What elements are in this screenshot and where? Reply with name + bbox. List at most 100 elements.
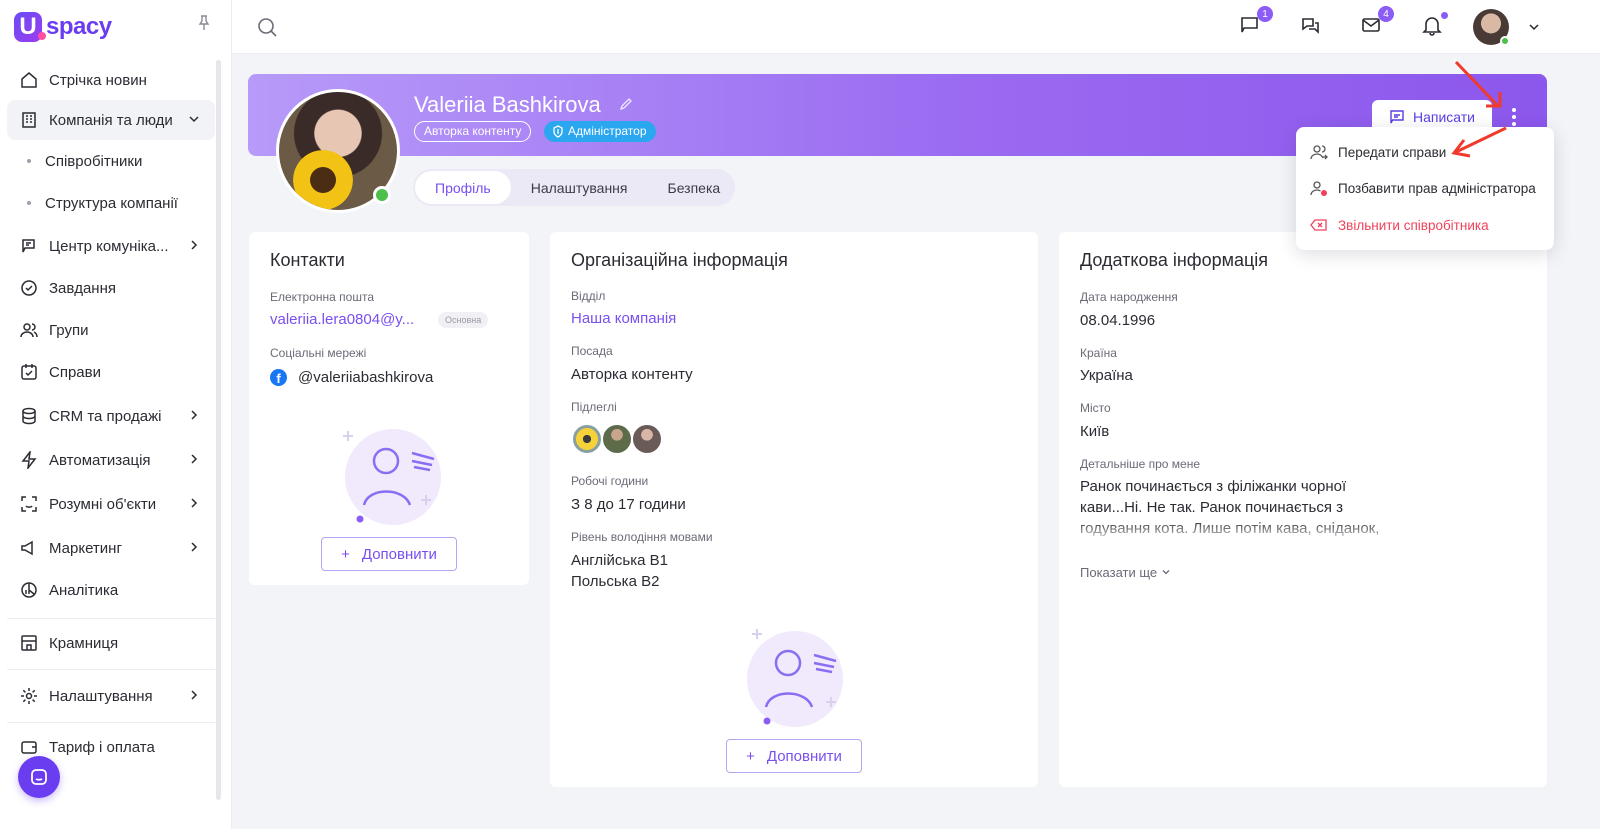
- topbar: 1 4: [232, 0, 1600, 54]
- sidebar-item-label: Завдання: [49, 279, 116, 297]
- sidebar-item-employees[interactable]: Співробітники: [7, 140, 215, 182]
- store-icon: [19, 633, 39, 653]
- support-chat-button[interactable]: [18, 756, 60, 798]
- communication-icon: [19, 236, 39, 256]
- sidebar-item-tasks[interactable]: Завдання: [7, 268, 215, 308]
- sidebar-item-groups[interactable]: Групи: [7, 310, 215, 350]
- email-link[interactable]: valeriia.lera0804@y...: [270, 311, 414, 328]
- card-title: Додаткова інформація: [1080, 250, 1269, 270]
- message-icon: [1390, 110, 1404, 124]
- country-label: Країна: [1080, 346, 1117, 360]
- sidebar-item-company[interactable]: Компанія та люди: [7, 100, 215, 140]
- country-value: Україна: [1080, 367, 1133, 384]
- sidebar-divider: [7, 618, 215, 619]
- chat-bubble-icon: [31, 769, 47, 785]
- tab-security[interactable]: Безпека: [648, 171, 741, 204]
- mail-button[interactable]: 4: [1360, 6, 1394, 38]
- notifications-button[interactable]: [1421, 12, 1448, 38]
- sidebar-item-analytics[interactable]: Аналітика: [7, 570, 215, 610]
- profile-name: Valeriia Bashkirova: [414, 92, 601, 117]
- users-transfer-icon: [1310, 145, 1328, 160]
- sidebar-nav: Стрічка новин Компанія та люди Співробіт…: [7, 60, 215, 767]
- annotation-arrow: [1454, 60, 1502, 108]
- menu-item-dismiss-employee[interactable]: Звільнити співробітника: [1310, 213, 1489, 237]
- language-value: Польська B2: [571, 573, 660, 590]
- sidebar-item-label: Стрічка новин: [49, 71, 147, 89]
- sidebar-item-label: Компанія та люди: [49, 111, 173, 129]
- sidebar-item-settings[interactable]: Налаштування: [7, 676, 215, 716]
- card-title: Контакти: [270, 250, 345, 270]
- bell-icon: [1422, 17, 1442, 36]
- fill-button-label: Доповнити: [361, 545, 437, 563]
- sidebar-item-news[interactable]: Стрічка новин: [7, 60, 215, 100]
- contacts-fill-button[interactable]: + Доповнити: [321, 537, 457, 571]
- birthdate-value: 08.04.1996: [1080, 312, 1156, 329]
- tab-settings[interactable]: Налаштування: [511, 171, 648, 204]
- sidebar-item-label: Тариф і оплата: [49, 738, 155, 756]
- search-icon[interactable]: [256, 16, 278, 38]
- city-label: Місто: [1080, 401, 1111, 415]
- sidebar-item-store[interactable]: Крамниця: [7, 623, 215, 663]
- sunflower-photo-detail: [293, 150, 353, 210]
- online-indicator: [373, 186, 391, 204]
- menu-item-label: Звільнити співробітника: [1338, 217, 1489, 233]
- department-label: Відділ: [571, 289, 606, 303]
- logo-mark: U: [14, 12, 46, 42]
- edit-name-icon[interactable]: [619, 97, 633, 111]
- chat-badge: 1: [1257, 6, 1273, 22]
- menu-item-label: Передати справи: [1338, 144, 1447, 160]
- hours-label: Робочі години: [571, 474, 649, 488]
- sidebar-scrollbar[interactable]: [216, 60, 221, 800]
- admin-badge-label: Адміністратор: [568, 124, 647, 138]
- sidebar-item-label: Крамниця: [49, 634, 119, 652]
- logo[interactable]: U spacy: [14, 10, 112, 44]
- extra-info-card: Додаткова інформація Дата народження 08.…: [1059, 232, 1547, 787]
- more-options-menu: Передати справи Позбавити прав адміністр…: [1296, 127, 1554, 250]
- menu-item-transfer-affairs[interactable]: Передати справи: [1310, 140, 1446, 164]
- subordinate-avatar[interactable]: [631, 423, 663, 455]
- sidebar-item-label: Розумні об'єкти: [49, 495, 157, 513]
- chevron-down-icon[interactable]: [1527, 20, 1541, 34]
- home-icon: [19, 70, 39, 90]
- mail-badge: 4: [1378, 6, 1394, 22]
- sidebar-item-marketing[interactable]: Маркетинг: [7, 528, 215, 568]
- about-fade: [1080, 520, 1410, 544]
- subordinate-avatar[interactable]: [571, 423, 603, 455]
- chevron-right-icon: [191, 498, 198, 508]
- sidebar-item-crm[interactable]: CRM та продажі: [7, 396, 215, 436]
- building-icon: [19, 110, 39, 130]
- birthdate-label: Дата народження: [1080, 290, 1178, 304]
- menu-item-revoke-admin[interactable]: Позбавити прав адміністратора: [1310, 176, 1536, 200]
- chat-button[interactable]: 1: [1239, 6, 1273, 38]
- subordinate-avatar[interactable]: [601, 423, 633, 455]
- user-avatar[interactable]: [1473, 9, 1510, 46]
- wallet-icon: [19, 737, 39, 757]
- sidebar-item-structure[interactable]: Структура компанії: [7, 182, 215, 224]
- messages-button[interactable]: [1300, 14, 1324, 38]
- social-link[interactable]: @valeriiabashkirova: [298, 369, 433, 386]
- plus-icon: +: [746, 747, 755, 765]
- pin-icon[interactable]: [196, 14, 212, 32]
- email-label: Електронна пошта: [270, 290, 375, 304]
- org-info-card: Організаційна інформація Відділ Наша ком…: [550, 232, 1038, 787]
- tab-profile[interactable]: Профіль: [415, 171, 511, 204]
- subordinates-label: Підлеглі: [571, 400, 617, 414]
- chevron-down-icon: [1162, 570, 1170, 575]
- show-more-link[interactable]: Показати ще: [1080, 565, 1171, 580]
- sidebar-item-label: Групи: [49, 321, 89, 339]
- contacts-card: Контакти Електронна пошта valeriia.lera0…: [249, 232, 529, 585]
- department-link[interactable]: Наша компанія: [571, 310, 676, 327]
- logo-text: spacy: [46, 13, 112, 40]
- user-remove-icon: [1310, 181, 1327, 196]
- sidebar-item-communication[interactable]: Центр комуніка...: [7, 226, 215, 266]
- role-badge: Авторка контенту: [414, 121, 532, 142]
- chevron-right-icon: [191, 690, 198, 700]
- menu-item-label: Позбавити прав адміністратора: [1338, 180, 1536, 196]
- org-fill-button[interactable]: + Доповнити: [726, 739, 862, 773]
- scan-icon: [19, 494, 39, 514]
- sidebar-item-smart-objects[interactable]: Розумні об'єкти: [7, 484, 215, 524]
- sidebar-item-affairs[interactable]: Справи: [7, 352, 215, 392]
- profile-tabs: Профіль Налаштування Безпека: [413, 169, 735, 206]
- sidebar-item-automation[interactable]: Автоматизація: [7, 440, 215, 480]
- fill-button-label: Доповнити: [766, 747, 842, 765]
